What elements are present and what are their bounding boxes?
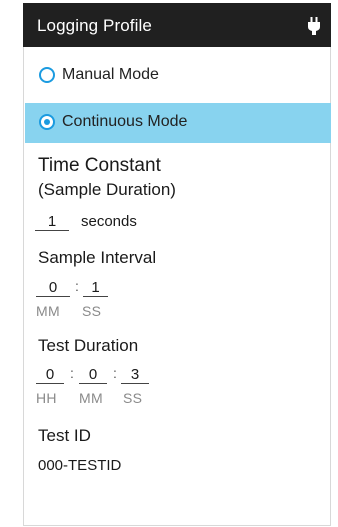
manual-mode-radio[interactable] <box>39 67 55 83</box>
test-duration-minutes-input[interactable]: 0 <box>79 366 107 384</box>
test-duration-title: Test Duration <box>38 336 139 355</box>
manual-mode-label: Manual Mode <box>62 66 159 83</box>
radio-selected-dot <box>44 119 50 125</box>
sample-interval-title: Sample Interval <box>38 248 157 267</box>
sample-interval-minutes-input[interactable]: 0 <box>36 279 70 297</box>
plug-icon[interactable] <box>308 17 320 35</box>
time-constant-input[interactable]: 1 <box>35 213 69 231</box>
page-title: Logging Profile <box>37 16 152 35</box>
minutes-label: MM <box>79 390 103 406</box>
test-duration-seconds-input[interactable]: 3 <box>121 366 149 384</box>
manual-mode-option[interactable]: Manual Mode <box>25 56 331 96</box>
time-separator: : <box>70 365 74 381</box>
time-constant-title: Time Constant <box>38 155 161 176</box>
time-separator: : <box>113 365 117 381</box>
time-separator: : <box>75 278 79 294</box>
continuous-mode-option[interactable]: Continuous Mode <box>25 103 331 143</box>
minutes-label: MM <box>36 303 60 319</box>
seconds-label: SS <box>82 303 102 319</box>
header-bar: Logging Profile <box>23 3 331 47</box>
continuous-mode-radio[interactable] <box>39 114 55 130</box>
continuous-mode-label: Continuous Mode <box>62 113 188 130</box>
hours-label: HH <box>36 390 57 406</box>
test-duration-hours-input[interactable]: 0 <box>36 366 64 384</box>
sample-interval-seconds-input[interactable]: 1 <box>83 279 108 297</box>
time-constant-subtitle: (Sample Duration) <box>38 180 176 199</box>
test-id-title: Test ID <box>38 426 91 445</box>
time-constant-unit: seconds <box>81 213 137 230</box>
test-id-value[interactable]: 000-TESTID <box>38 457 121 474</box>
seconds-label: SS <box>123 390 143 406</box>
